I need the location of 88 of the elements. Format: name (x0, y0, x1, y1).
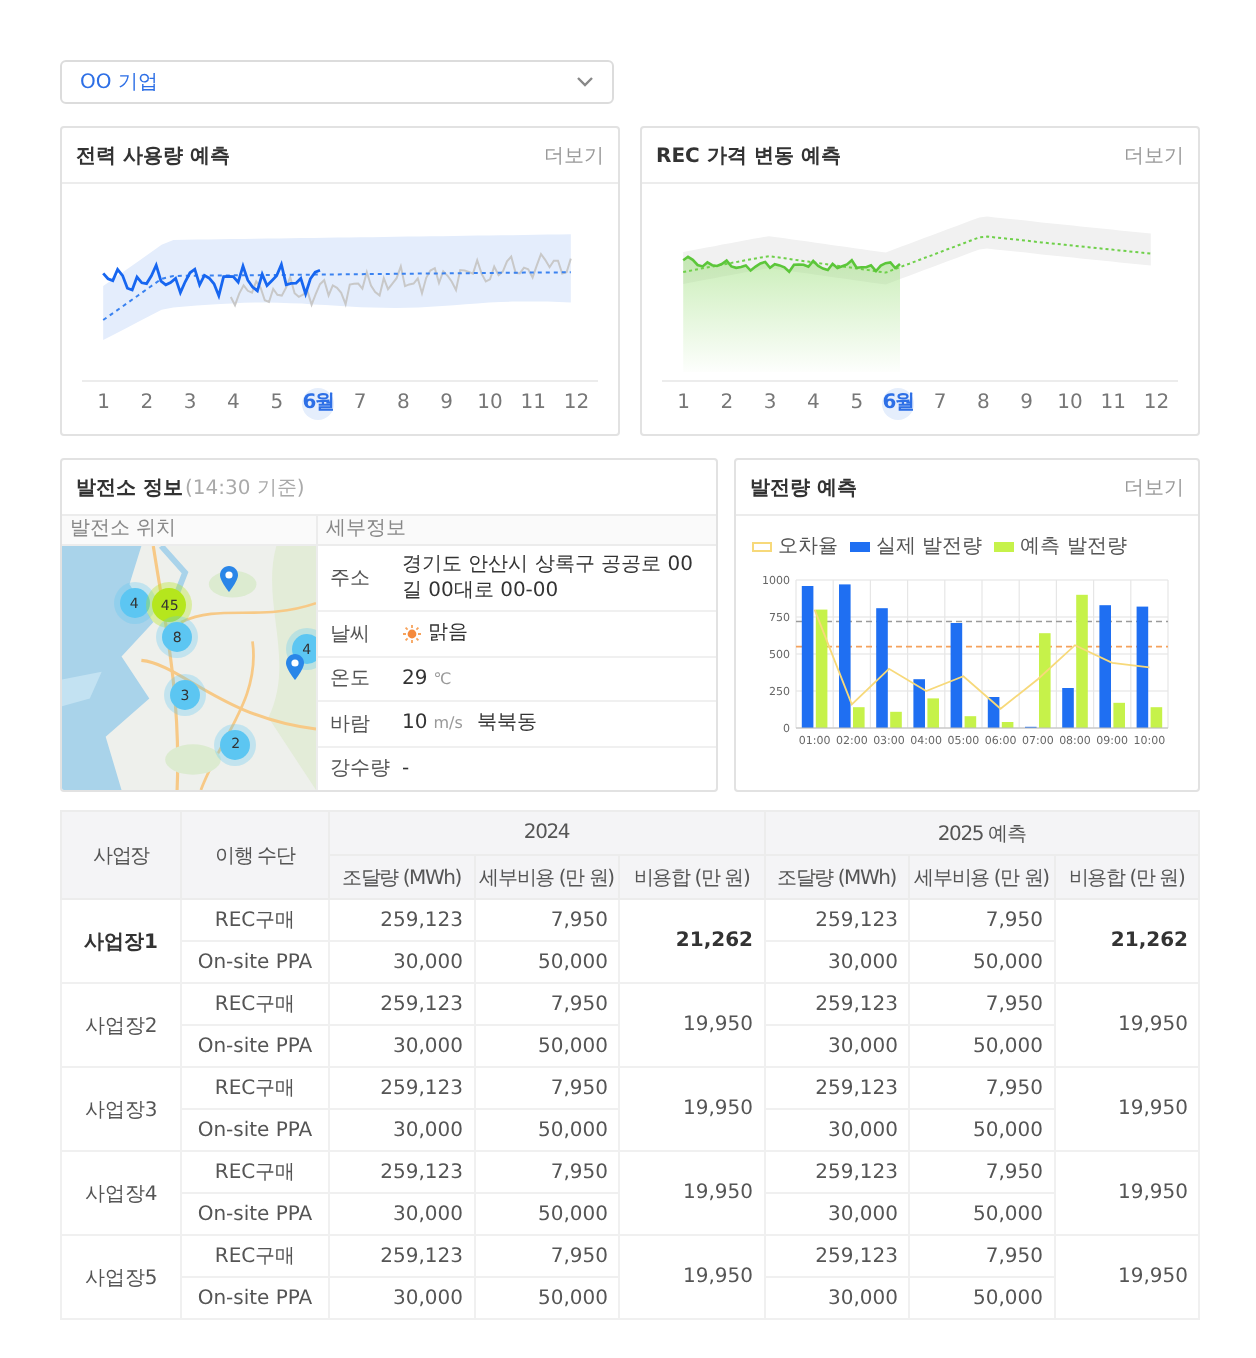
detail-label: 날씨 (330, 621, 372, 648)
column-header: 세부비용 (만 원) (909, 855, 1054, 899)
table-cell: 7,950 (474, 1235, 619, 1277)
table-cell: 사업장4 (61, 1151, 181, 1235)
table-cell: 7,950 (909, 1067, 1054, 1109)
table-cell: 19,950 (619, 1235, 764, 1319)
detail-label: 강수량 (330, 756, 392, 783)
timestamp: (14:30 기준) (184, 475, 305, 501)
table-cell: 259,123 (329, 1235, 474, 1277)
table-cell: REC구매 (181, 1151, 329, 1193)
column-header: 조달량 (MWh) (764, 855, 909, 899)
column-header: 세부비용 (만 원) (474, 855, 619, 899)
column-header: 발전소 위치 (62, 516, 316, 546)
table-cell: 사업장2 (61, 983, 181, 1067)
table-cell: 30,000 (764, 1109, 909, 1151)
table-cell: 7,950 (474, 1067, 619, 1109)
table-cell: On-site PPA (181, 1025, 329, 1067)
column-header: 비용합 (만 원) (619, 855, 764, 899)
table-cell: 30,000 (329, 1193, 474, 1235)
table-cell: 259,123 (329, 899, 474, 941)
card-title: 발전량 예측 (750, 475, 857, 501)
table-cell: 19,950 (1054, 1151, 1199, 1235)
table-cell: 19,950 (619, 983, 764, 1067)
detail-label: 바람 (330, 711, 372, 738)
table-cell: 259,123 (764, 983, 909, 1025)
detail-value: 맑음 (428, 620, 468, 647)
table-cell: 사업장3 (61, 1067, 181, 1151)
table-cell: 사업장1 (61, 899, 181, 983)
column-header: 2024 (329, 811, 764, 855)
table-cell: 30,000 (764, 941, 909, 983)
legend-label: 예측 발전량 (1020, 534, 1127, 560)
table-cell: 19,950 (619, 1151, 764, 1235)
table-cell: 259,123 (329, 1151, 474, 1193)
column-header: 세부정보 (318, 516, 716, 546)
table-cell: 259,123 (764, 1235, 909, 1277)
table-cell: On-site PPA (181, 1109, 329, 1151)
table-cell: 7,950 (909, 1235, 1054, 1277)
table-cell: 사업장5 (61, 1235, 181, 1319)
table-cell: 19,950 (1054, 983, 1199, 1067)
detail-value: 29 (402, 665, 428, 692)
table-cell: 7,950 (474, 1151, 619, 1193)
card-title: REC 가격 변동 예측 (656, 143, 841, 169)
table-cell: REC구매 (181, 1067, 329, 1109)
table-cell: 21,262 (1054, 899, 1199, 983)
detail-label: 온도 (330, 666, 372, 693)
table-cell: 259,123 (764, 1151, 909, 1193)
column-header: 사업장 (61, 811, 181, 899)
legend-label: 오차율 (778, 534, 838, 560)
table-cell: 19,950 (1054, 1235, 1199, 1319)
unit-label: ℃ (433, 669, 452, 688)
table-cell: On-site PPA (181, 1193, 329, 1235)
card-title: 발전소 정보 (76, 475, 183, 501)
table-cell: 7,950 (909, 983, 1054, 1025)
table-cell: 7,950 (909, 899, 1054, 941)
card-title: 전력 사용량 예측 (76, 143, 230, 169)
table-cell: 259,123 (329, 983, 474, 1025)
table-cell: 259,123 (764, 899, 909, 941)
column-header: 비용합 (만 원) (1054, 855, 1199, 899)
column-header: 2025 예측 (764, 811, 1199, 855)
table-cell: 30,000 (329, 1025, 474, 1067)
unit-label: m/s (433, 714, 463, 733)
legend-label: 실제 발전량 (876, 534, 983, 560)
table-cell: 7,950 (909, 1151, 1054, 1193)
table-cell: 7,950 (474, 899, 619, 941)
table-cell: On-site PPA (181, 1277, 329, 1319)
detail-value: - (402, 755, 410, 782)
table-cell: 30,000 (329, 1277, 474, 1319)
detail-label: 주소 (330, 566, 372, 592)
table-cell: 30,000 (764, 1025, 909, 1067)
table-cell: 30,000 (329, 941, 474, 983)
table-cell: 19,950 (619, 1067, 764, 1151)
column-header: 조달량 (MWh) (329, 855, 474, 899)
detail-value: 10 (402, 710, 428, 737)
table-cell: 30,000 (764, 1277, 909, 1319)
table-cell: REC구매 (181, 1235, 329, 1277)
table-cell: 19,950 (1054, 1067, 1199, 1151)
detail-value: 북북동 (476, 710, 537, 737)
table-cell: REC구매 (181, 983, 329, 1025)
table-cell: 7,950 (474, 983, 619, 1025)
table-cell: 30,000 (329, 1109, 474, 1151)
table-cell: REC구매 (181, 899, 329, 941)
table-cell: 259,123 (764, 1067, 909, 1109)
table-cell: 30,000 (764, 1193, 909, 1235)
column-header: 이행 수단 (181, 811, 329, 899)
table-cell: 21,262 (619, 899, 764, 983)
detail-value: 경기도 안산시 상록구 공공로 00길 00대로 00-00 (402, 552, 695, 604)
table-cell: On-site PPA (181, 941, 329, 983)
table-cell: 259,123 (329, 1067, 474, 1109)
